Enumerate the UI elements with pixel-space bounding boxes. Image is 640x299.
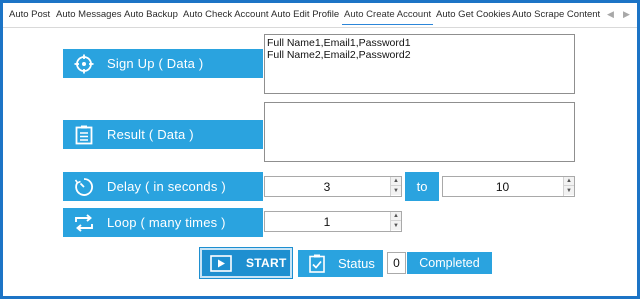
status-label: Status [298, 250, 383, 277]
delay-label-text: Delay ( in seconds ) [107, 179, 226, 194]
delay-label: Delay ( in seconds ) [63, 172, 263, 201]
chevron-up-icon[interactable]: ▲ [391, 212, 401, 221]
start-button-label: START [246, 256, 287, 270]
status-count: 0 [387, 252, 406, 274]
tab-auto-post[interactable]: Auto Post [5, 8, 54, 27]
loop-value: 1 [323, 214, 331, 229]
delay-from-arrows[interactable]: ▲ ▼ [390, 177, 401, 196]
chevron-down-icon[interactable]: ▼ [564, 186, 574, 195]
loop-stepper[interactable]: 1 ▲ ▼ [264, 211, 402, 232]
delay-from-stepper[interactable]: 3 ▲ ▼ [264, 176, 402, 197]
loop-label: Loop ( many times ) [63, 208, 263, 237]
loop-label-text: Loop ( many times ) [107, 215, 226, 230]
tab-auto-messages[interactable]: Auto Messages [52, 8, 125, 27]
tab-auto-get-cookies[interactable]: Auto Get Cookies [432, 8, 514, 27]
clipboard-check-icon [308, 254, 326, 274]
tab-auto-edit-profile[interactable]: Auto Edit Profile [267, 8, 343, 27]
chevron-down-icon[interactable]: ▼ [391, 221, 401, 230]
signup-label-text: Sign Up ( Data ) [107, 56, 204, 71]
repeat-icon [69, 208, 99, 237]
result-data-textarea[interactable] [264, 102, 575, 162]
chevron-up-icon[interactable]: ▲ [564, 177, 574, 186]
tab-auto-create-account[interactable]: Auto Create Account [340, 8, 435, 27]
status-label-text: Status [338, 256, 375, 271]
status-completed-label: Completed [407, 252, 492, 274]
app-window: Auto Post Auto Messages Auto Backup Auto… [0, 0, 640, 299]
result-label-text: Result ( Data ) [107, 127, 194, 142]
signup-label: Sign Up ( Data ) [63, 49, 263, 78]
delay-to-label: to [405, 172, 439, 201]
delay-from-value: 3 [323, 179, 331, 194]
tab-scroll-right-icon[interactable]: ▶ [623, 8, 630, 20]
tab-auto-check-account[interactable]: Auto Check Account [179, 8, 273, 27]
chevron-up-icon[interactable]: ▲ [391, 177, 401, 186]
tab-auto-scrape-content[interactable]: Auto Scrape Content [508, 8, 604, 27]
delay-to-stepper[interactable]: 10 ▲ ▼ [442, 176, 575, 197]
timer-icon [69, 172, 99, 201]
delay-to-value: 10 [495, 179, 510, 194]
crosshair-icon [69, 49, 99, 78]
start-button[interactable]: START [199, 247, 293, 279]
chevron-down-icon[interactable]: ▼ [391, 186, 401, 195]
delay-to-arrows[interactable]: ▲ ▼ [563, 177, 574, 196]
clipboard-list-icon [69, 120, 99, 149]
result-label: Result ( Data ) [63, 120, 263, 149]
tab-bar: Auto Post Auto Messages Auto Backup Auto… [3, 3, 637, 28]
tab-scroll-left-icon[interactable]: ◀ [607, 8, 614, 20]
loop-arrows[interactable]: ▲ ▼ [390, 212, 401, 231]
tab-auto-backup[interactable]: Auto Backup [120, 8, 182, 27]
play-icon [210, 254, 232, 272]
signup-data-textarea[interactable]: Full Name1,Email1,Password1 Full Name2,E… [264, 34, 575, 94]
